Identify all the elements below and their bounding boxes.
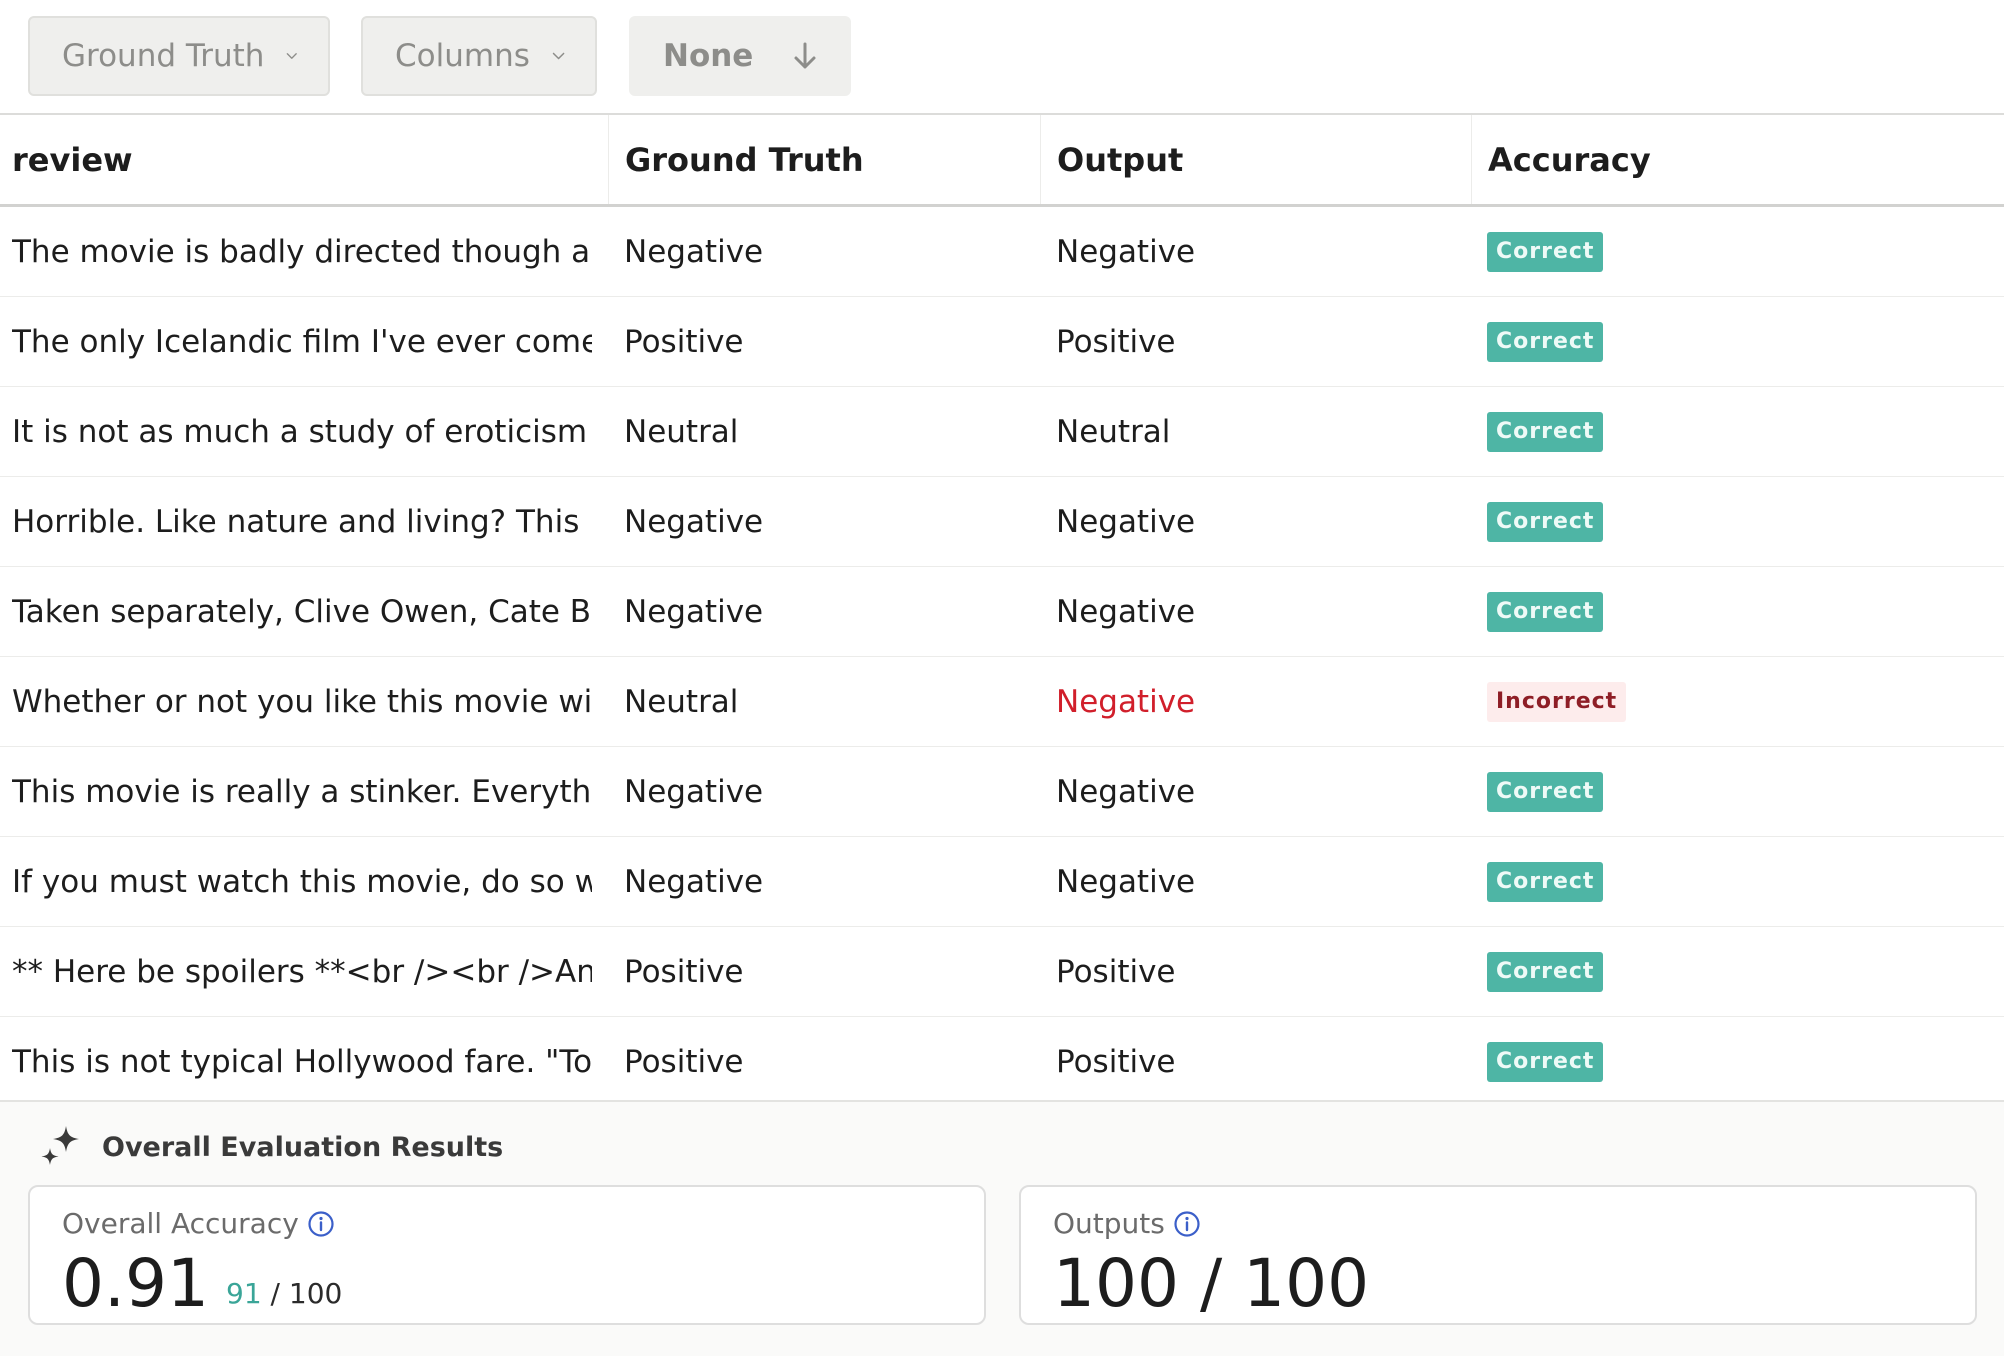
column-header-review[interactable]: review bbox=[12, 115, 133, 204]
ground-truth-cell: Negative bbox=[624, 863, 764, 900]
output-cell: Negative bbox=[1056, 683, 1196, 720]
toolbar: Ground Truth Columns None bbox=[0, 0, 2004, 113]
review-cell: It is not as much a study of eroticism a… bbox=[12, 413, 592, 450]
table-row[interactable]: Whether or not you like this movie will … bbox=[0, 657, 2004, 747]
sparkle-icon bbox=[41, 1126, 79, 1165]
status-badge: Correct bbox=[1487, 321, 1604, 362]
outputs-card: Outputs 100 / 100 bbox=[1019, 1185, 1977, 1325]
status-badge: Correct bbox=[1487, 231, 1604, 272]
overall-accuracy-label: Overall Accuracy bbox=[62, 1207, 299, 1240]
table-row[interactable]: This is not typical Hollywood fare. "To … bbox=[0, 1017, 2004, 1107]
table-row[interactable]: It is not as much a study of eroticism a… bbox=[0, 387, 2004, 477]
column-header-accuracy[interactable]: Accuracy bbox=[1471, 115, 1903, 204]
ground-truth-cell: Negative bbox=[624, 503, 764, 540]
columns-dropdown[interactable]: Columns bbox=[361, 16, 597, 96]
table-row[interactable]: The movie is badly directed though a g..… bbox=[0, 207, 2004, 297]
table-row[interactable]: This movie is really a stinker. Everythi… bbox=[0, 747, 2004, 837]
review-cell: Whether or not you like this movie will … bbox=[12, 683, 592, 720]
outputs-label-row: Outputs bbox=[1053, 1207, 1201, 1240]
ground-truth-cell: Positive bbox=[624, 1043, 744, 1080]
review-cell: The only Icelandic film I've ever come a… bbox=[12, 323, 592, 360]
table-header: review Ground Truth Output Accuracy bbox=[0, 115, 2004, 207]
ground-truth-cell: Negative bbox=[624, 233, 764, 270]
output-cell: Negative bbox=[1056, 593, 1196, 630]
evaluation-summary-panel: Overall Evaluation Results Overall Accur… bbox=[0, 1100, 2004, 1356]
accuracy-cell: Correct bbox=[1487, 387, 1887, 476]
correct-count: 91 bbox=[226, 1277, 262, 1310]
sort-label: None bbox=[663, 38, 754, 74]
ground-truth-cell: Neutral bbox=[624, 413, 739, 450]
columns-label: Columns bbox=[395, 38, 530, 74]
review-cell: This movie is really a stinker. Everythi… bbox=[12, 773, 592, 810]
summary-title: Overall Evaluation Results bbox=[102, 1131, 504, 1163]
overall-accuracy-card: Overall Accuracy 0.91 91 / 100 bbox=[28, 1185, 986, 1325]
accuracy-cell: Correct bbox=[1487, 837, 1887, 926]
info-icon[interactable] bbox=[1173, 1210, 1201, 1238]
output-cell: Negative bbox=[1056, 773, 1196, 810]
output-cell: Negative bbox=[1056, 863, 1196, 900]
accuracy-cell: Correct bbox=[1487, 477, 1887, 566]
summary-header: Overall Evaluation Results bbox=[36, 1122, 503, 1172]
accuracy-cell: Correct bbox=[1487, 927, 1887, 1016]
review-cell: ** Here be spoilers **<br /><br />An a..… bbox=[12, 953, 592, 990]
results-table: review Ground Truth Output Accuracy The … bbox=[0, 113, 2004, 1107]
accuracy-cell: Correct bbox=[1487, 297, 1887, 386]
status-badge: Correct bbox=[1487, 1041, 1604, 1082]
chevron-down-icon bbox=[287, 53, 298, 59]
ground-truth-cell: Neutral bbox=[624, 683, 739, 720]
arrow-down-icon bbox=[794, 42, 816, 69]
status-badge: Correct bbox=[1487, 591, 1604, 632]
status-badge: Correct bbox=[1487, 411, 1604, 452]
review-cell: If you must watch this movie, do so wit.… bbox=[12, 863, 592, 900]
table-row[interactable]: The only Icelandic film I've ever come a… bbox=[0, 297, 2004, 387]
accuracy-cell: Incorrect bbox=[1487, 657, 1887, 746]
output-cell: Negative bbox=[1056, 503, 1196, 540]
accuracy-cell: Correct bbox=[1487, 207, 1887, 296]
outputs-label: Outputs bbox=[1053, 1207, 1165, 1240]
output-cell: Negative bbox=[1056, 233, 1196, 270]
ground-truth-filter-dropdown[interactable]: Ground Truth bbox=[28, 16, 330, 96]
ground-truth-cell: Negative bbox=[624, 773, 764, 810]
accuracy-cell: Correct bbox=[1487, 1017, 1887, 1106]
ground-truth-cell: Positive bbox=[624, 953, 744, 990]
outputs-value: 100 / 100 bbox=[1053, 1245, 1370, 1322]
status-badge: Incorrect bbox=[1487, 681, 1627, 722]
output-cell: Positive bbox=[1056, 953, 1176, 990]
accuracy-cell: Correct bbox=[1487, 567, 1887, 656]
sort-button[interactable]: None bbox=[629, 16, 851, 96]
output-cell: Neutral bbox=[1056, 413, 1171, 450]
output-cell: Positive bbox=[1056, 323, 1176, 360]
accuracy-cell: Correct bbox=[1487, 747, 1887, 836]
info-icon[interactable] bbox=[307, 1210, 335, 1238]
table-row[interactable]: ** Here be spoilers **<br /><br />An a..… bbox=[0, 927, 2004, 1017]
table-row[interactable]: Taken separately, Clive Owen, Cate Bla..… bbox=[0, 567, 2004, 657]
overall-accuracy-fraction: 91 / 100 bbox=[226, 1277, 342, 1310]
ground-truth-cell: Negative bbox=[624, 593, 764, 630]
ground-truth-cell: Positive bbox=[624, 323, 744, 360]
status-badge: Correct bbox=[1487, 771, 1604, 812]
review-cell: The movie is badly directed though a g..… bbox=[12, 233, 592, 270]
review-cell: This is not typical Hollywood fare. "To … bbox=[12, 1043, 592, 1080]
total-count: / 100 bbox=[270, 1277, 343, 1310]
status-badge: Correct bbox=[1487, 861, 1604, 902]
column-header-ground-truth[interactable]: Ground Truth bbox=[608, 115, 1040, 204]
column-header-output[interactable]: Output bbox=[1040, 115, 1471, 204]
chevron-down-icon bbox=[552, 52, 565, 60]
status-badge: Correct bbox=[1487, 501, 1604, 542]
table-row[interactable]: Horrible. Like nature and living? This i… bbox=[0, 477, 2004, 567]
overall-accuracy-label-row: Overall Accuracy bbox=[62, 1207, 335, 1240]
review-cell: Taken separately, Clive Owen, Cate Bla..… bbox=[12, 593, 592, 630]
review-cell: Horrible. Like nature and living? This i… bbox=[12, 503, 592, 540]
table-row[interactable]: If you must watch this movie, do so wit.… bbox=[0, 837, 2004, 927]
ground-truth-filter-label: Ground Truth bbox=[62, 38, 265, 74]
overall-accuracy-value: 0.91 bbox=[62, 1245, 209, 1322]
output-cell: Positive bbox=[1056, 1043, 1176, 1080]
status-badge: Correct bbox=[1487, 951, 1604, 992]
